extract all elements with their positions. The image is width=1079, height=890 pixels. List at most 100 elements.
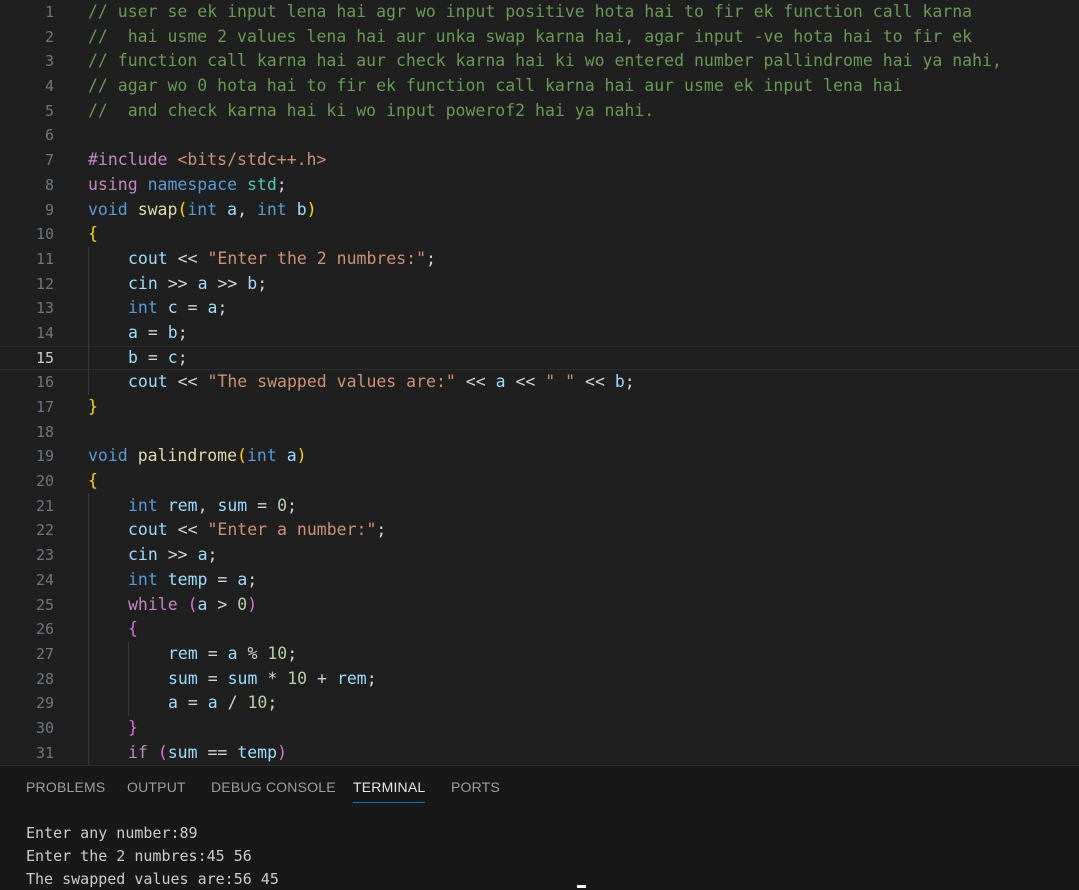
code-token: , (197, 495, 218, 515)
code-token: ; (177, 322, 188, 342)
code-token: int (128, 495, 158, 515)
code-line[interactable]: 9 void swap(int a, int b) (0, 198, 1079, 223)
code-line[interactable]: 16 cout << "The swapped values are:" << a… (0, 370, 1079, 395)
line-code: } (128, 716, 138, 741)
code-token: cin (128, 273, 158, 293)
code-token: } (128, 717, 138, 737)
code-line[interactable]: 12 cin >> a >> b; (0, 271, 1079, 297)
indent-guide (88, 246, 89, 272)
code-token: << (505, 372, 546, 392)
code-line[interactable]: 25 while (a > 0) (0, 592, 1079, 618)
indent-guide (128, 691, 129, 716)
line-number: 4 (44, 77, 54, 96)
code-token: / (217, 693, 248, 713)
code-line[interactable]: 29 a = a / 10; (0, 691, 1079, 716)
code-token: palindrome (137, 446, 238, 466)
code-token: ) (296, 446, 307, 466)
code-line[interactable]: 28 sum = sum * 10 + rem; (0, 666, 1079, 692)
code-token: ; (276, 174, 287, 194)
code-token: + (307, 668, 337, 688)
tab-terminal[interactable]: TERMINAL (353, 779, 426, 803)
code-line[interactable]: 26 { (0, 617, 1079, 642)
code-token: 0 (277, 495, 287, 515)
code-line[interactable]: 31 if (sum == temp) (0, 740, 1079, 765)
code-line[interactable]: 4 // agar wo 0 hota hai to fir ek functio… (0, 74, 1079, 99)
code-line[interactable]: 17} (0, 395, 1079, 420)
terminal-line: Enter any number:89 (26, 824, 198, 842)
code-line[interactable]: 15 b = c; (0, 345, 1079, 371)
indent-guide (88, 370, 89, 395)
code-token: >> (157, 545, 198, 565)
tab-output[interactable]: OUTPUT (127, 779, 186, 795)
code-token: } (88, 397, 98, 416)
code-token: #include (88, 150, 168, 170)
code-line[interactable]: 5 // and check karna hai ki wo input powe… (0, 99, 1079, 124)
terminal-output[interactable]: Enter any number:89 Enter the 2 numbres:… (26, 822, 1079, 890)
indent-guide (128, 666, 129, 692)
code-token: if (128, 742, 148, 762)
line-code: { (88, 469, 98, 494)
tab-ports[interactable]: PORTS (451, 779, 500, 795)
code-line[interactable]: 20 { (0, 469, 1079, 494)
indent-guide (88, 691, 89, 716)
line-code: sum = sum * 10 + rem; (168, 667, 377, 692)
code-line[interactable]: 2 // hai usme 2 values lena hai aur unka … (0, 25, 1079, 50)
code-token: ) (247, 594, 258, 614)
code-line[interactable]: 23 cin >> a; (0, 543, 1079, 568)
code-line[interactable]: 7 #include <bits/stdc++.h> (0, 148, 1079, 173)
code-line[interactable]: 24 int temp = a; (0, 567, 1079, 593)
code-line[interactable]: 27 rem = a % 10; (0, 641, 1079, 667)
line-number: 1 (44, 3, 54, 21)
line-number: 21 (35, 496, 54, 515)
code-line[interactable]: 11 cout << "Enter the 2 numbres:"; (0, 246, 1079, 272)
code-token: ; (426, 248, 436, 268)
line-code: } (88, 395, 98, 420)
code-token: b (247, 273, 258, 293)
code-editor[interactable]: 1 // user se ek input lena hai agr wo inp… (0, 0, 1079, 765)
line-number: 2 (44, 27, 54, 46)
code-line[interactable]: 30} (0, 715, 1079, 741)
indent-guide (88, 567, 89, 593)
code-line[interactable]: 6 (0, 123, 1079, 148)
line-number: 6 (44, 126, 54, 145)
code-line[interactable]: 13 int c = a; (0, 296, 1079, 321)
code-token: // and check karna hai ki wo input power… (88, 100, 655, 120)
code-token: << (167, 372, 208, 392)
code-token: << (167, 248, 208, 268)
code-token: "The swapped values are:" (207, 372, 456, 392)
bottom-panel: PROBLEMS OUTPUT DEBUG CONSOLE TERMINAL P… (0, 765, 1079, 890)
code-line[interactable]: 14 a = b; (0, 320, 1079, 346)
code-token: rem (168, 643, 198, 663)
code-line[interactable]: 18 (0, 420, 1079, 445)
tab-problems[interactable]: PROBLEMS (26, 779, 105, 795)
code-line[interactable]: 22 cout << "Enter a number:"; (0, 518, 1079, 544)
line-code: cin >> a >> b; (128, 272, 267, 297)
line-code: rem = a % 10; (168, 642, 297, 667)
code-line[interactable]: 19 void palindrome(int a) (0, 444, 1079, 469)
line-number: 20 (35, 472, 54, 491)
text-cursor-icon (577, 885, 586, 888)
code-line[interactable]: 10 { (0, 222, 1079, 247)
line-number: 7 (44, 151, 54, 170)
code-line[interactable]: 21 int rem, sum = 0; (0, 493, 1079, 519)
code-token: > (207, 594, 238, 614)
code-token: 0 (237, 594, 248, 614)
code-token: = (247, 495, 278, 515)
tab-debug-console[interactable]: DEBUG CONSOLE (211, 779, 336, 795)
code-line[interactable]: 1 // user se ek input lena hai agr wo inp… (0, 0, 1079, 25)
code-token: rem (167, 495, 198, 515)
code-token: a (286, 446, 297, 466)
line-code: int temp = a; (128, 568, 257, 593)
code-line[interactable]: 3 // function call karna hai aur check ka… (0, 49, 1079, 74)
line-number: 12 (35, 274, 54, 293)
line-number: 19 (35, 447, 54, 466)
code-line[interactable]: 8 using namespace std; (0, 173, 1079, 198)
code-token: { (88, 224, 98, 244)
code-token: ; (366, 668, 377, 688)
line-code: // agar wo 0 hota hai to fir ek function… (88, 74, 903, 99)
code-token: ) (277, 742, 287, 762)
indent-guide (88, 641, 89, 667)
